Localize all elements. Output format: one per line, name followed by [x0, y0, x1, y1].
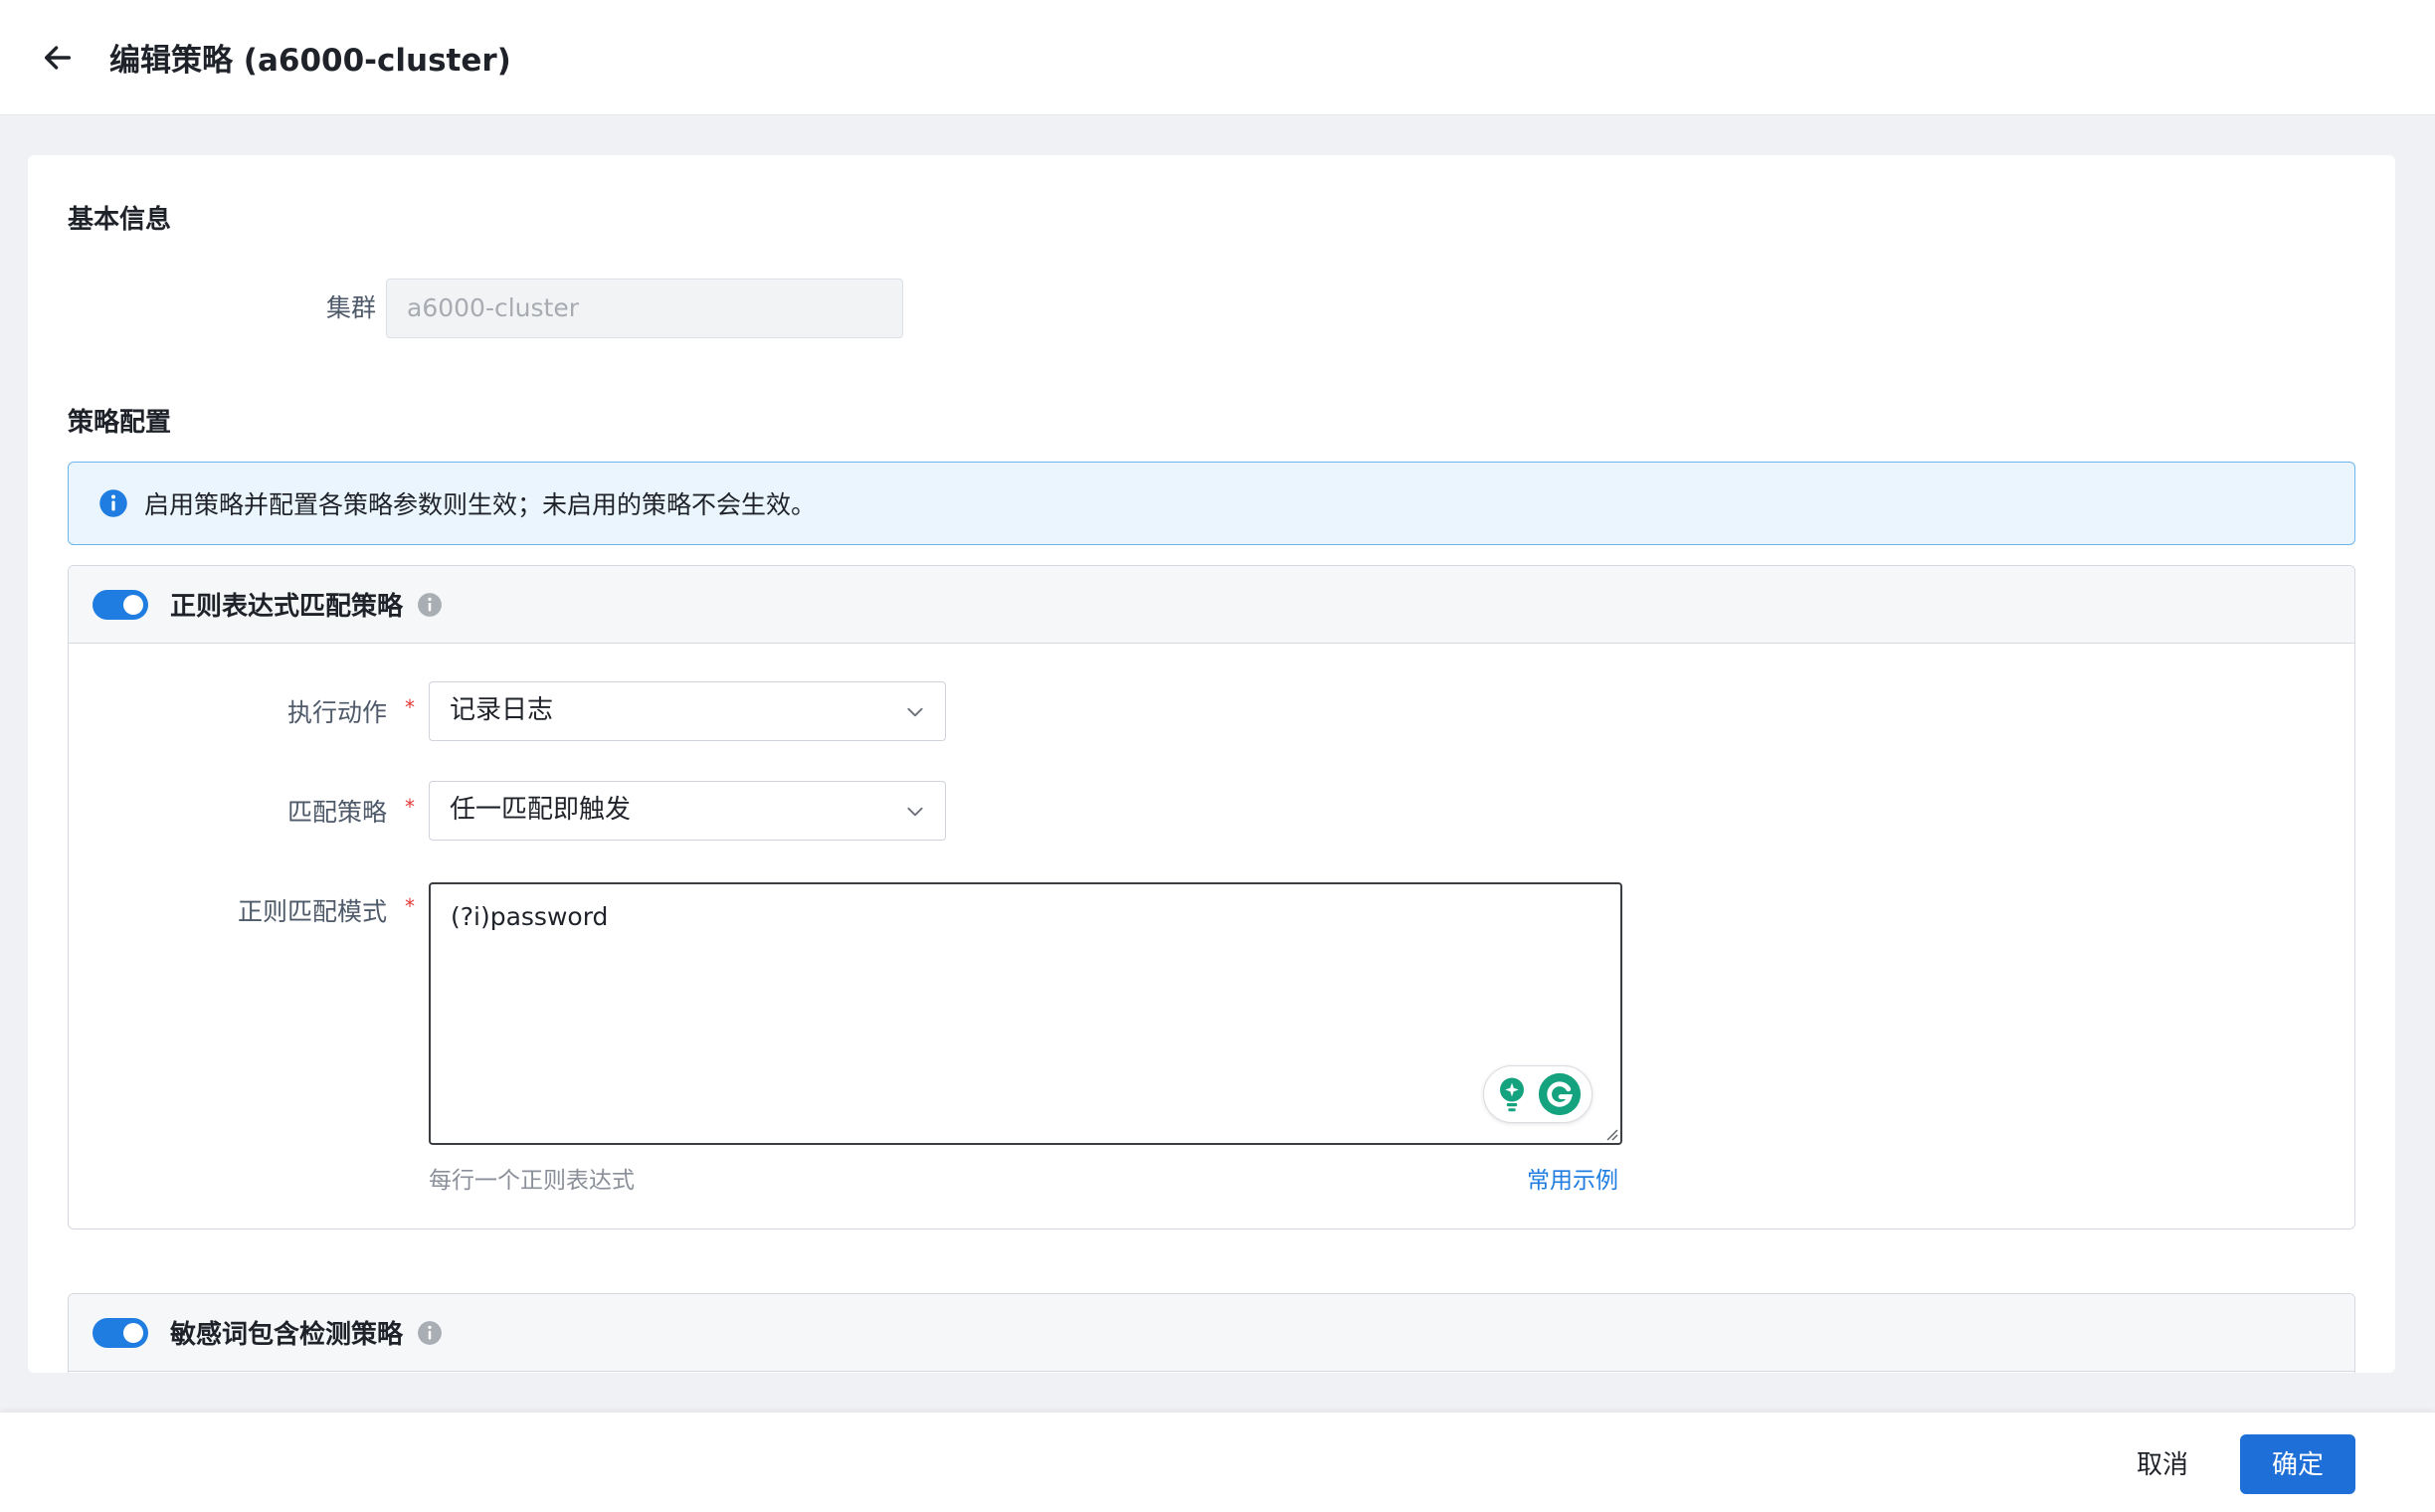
- lightbulb-icon: [1500, 1077, 1524, 1112]
- regex-policy-panel: 正则表达式匹配策略 执行动作 * 记录日志 匹配策略 * 任一匹配即触发 正则匹…: [68, 565, 2355, 1229]
- match-select[interactable]: 任一匹配即触发: [429, 781, 946, 841]
- arrow-left-icon: [44, 45, 72, 70]
- action-label: 执行动作: [286, 698, 387, 727]
- confirm-button[interactable]: 确定: [2240, 1434, 2355, 1494]
- chevron-down-icon: [907, 707, 923, 717]
- match-select-value: 任一匹配即触发: [450, 795, 632, 825]
- pattern-textarea[interactable]: (?i)password: [429, 882, 1622, 1145]
- footer-bar: 取消 确定: [0, 1413, 2435, 1512]
- required-mark: *: [405, 894, 415, 918]
- regex-policy-title: 正则表达式匹配策略: [170, 592, 404, 622]
- keyword-policy-toggle[interactable]: [93, 1317, 148, 1348]
- keyword-policy-panel: 敏感词包含检测策略: [68, 1293, 2355, 1373]
- info-circle-icon[interactable]: [417, 592, 443, 618]
- resize-handle-icon[interactable]: [1604, 1127, 1618, 1141]
- info-circle-icon[interactable]: [417, 1320, 443, 1346]
- pattern-hint: 每行一个正则表达式: [429, 1168, 635, 1194]
- chevron-down-icon: [907, 807, 923, 817]
- cancel-button[interactable]: 取消: [2109, 1434, 2216, 1494]
- page-title: 编辑策略 (a6000-cluster): [109, 43, 511, 79]
- content-card: 基本信息 集群 a6000-cluster 策略配置 启用策略并配置各策略参数则…: [28, 155, 2395, 1373]
- page-header: 编辑策略 (a6000-cluster): [0, 0, 2435, 115]
- required-mark: *: [405, 695, 415, 719]
- cluster-label: 集群: [325, 293, 376, 322]
- cluster-input: a6000-cluster: [386, 279, 903, 338]
- basic-info-title: 基本信息: [68, 205, 172, 235]
- keyword-policy-title: 敏感词包含检测策略: [170, 1320, 404, 1350]
- pattern-textarea-value: (?i)password: [451, 902, 609, 931]
- info-icon: [99, 489, 127, 517]
- action-select-value: 记录日志: [450, 695, 554, 725]
- policy-config-title: 策略配置: [68, 408, 172, 438]
- keyword-policy-header: 敏感词包含检测策略: [69, 1294, 2354, 1372]
- back-button[interactable]: [34, 34, 82, 82]
- pattern-label: 正则匹配模式: [237, 897, 387, 926]
- match-label: 匹配策略: [286, 798, 387, 827]
- regex-policy-toggle[interactable]: [93, 589, 148, 620]
- info-alert: 启用策略并配置各策略参数则生效；未启用的策略不会生效。: [68, 462, 2355, 545]
- regex-policy-header: 正则表达式匹配策略: [69, 566, 2354, 644]
- grammarly-widget[interactable]: [1483, 1065, 1592, 1123]
- grammarly-icon: [1538, 1072, 1582, 1116]
- alert-text: 启用策略并配置各策略参数则生效；未启用的策略不会生效。: [144, 490, 817, 519]
- required-mark: *: [405, 795, 415, 819]
- action-select[interactable]: 记录日志: [429, 681, 946, 741]
- examples-link[interactable]: 常用示例: [1527, 1161, 1618, 1195]
